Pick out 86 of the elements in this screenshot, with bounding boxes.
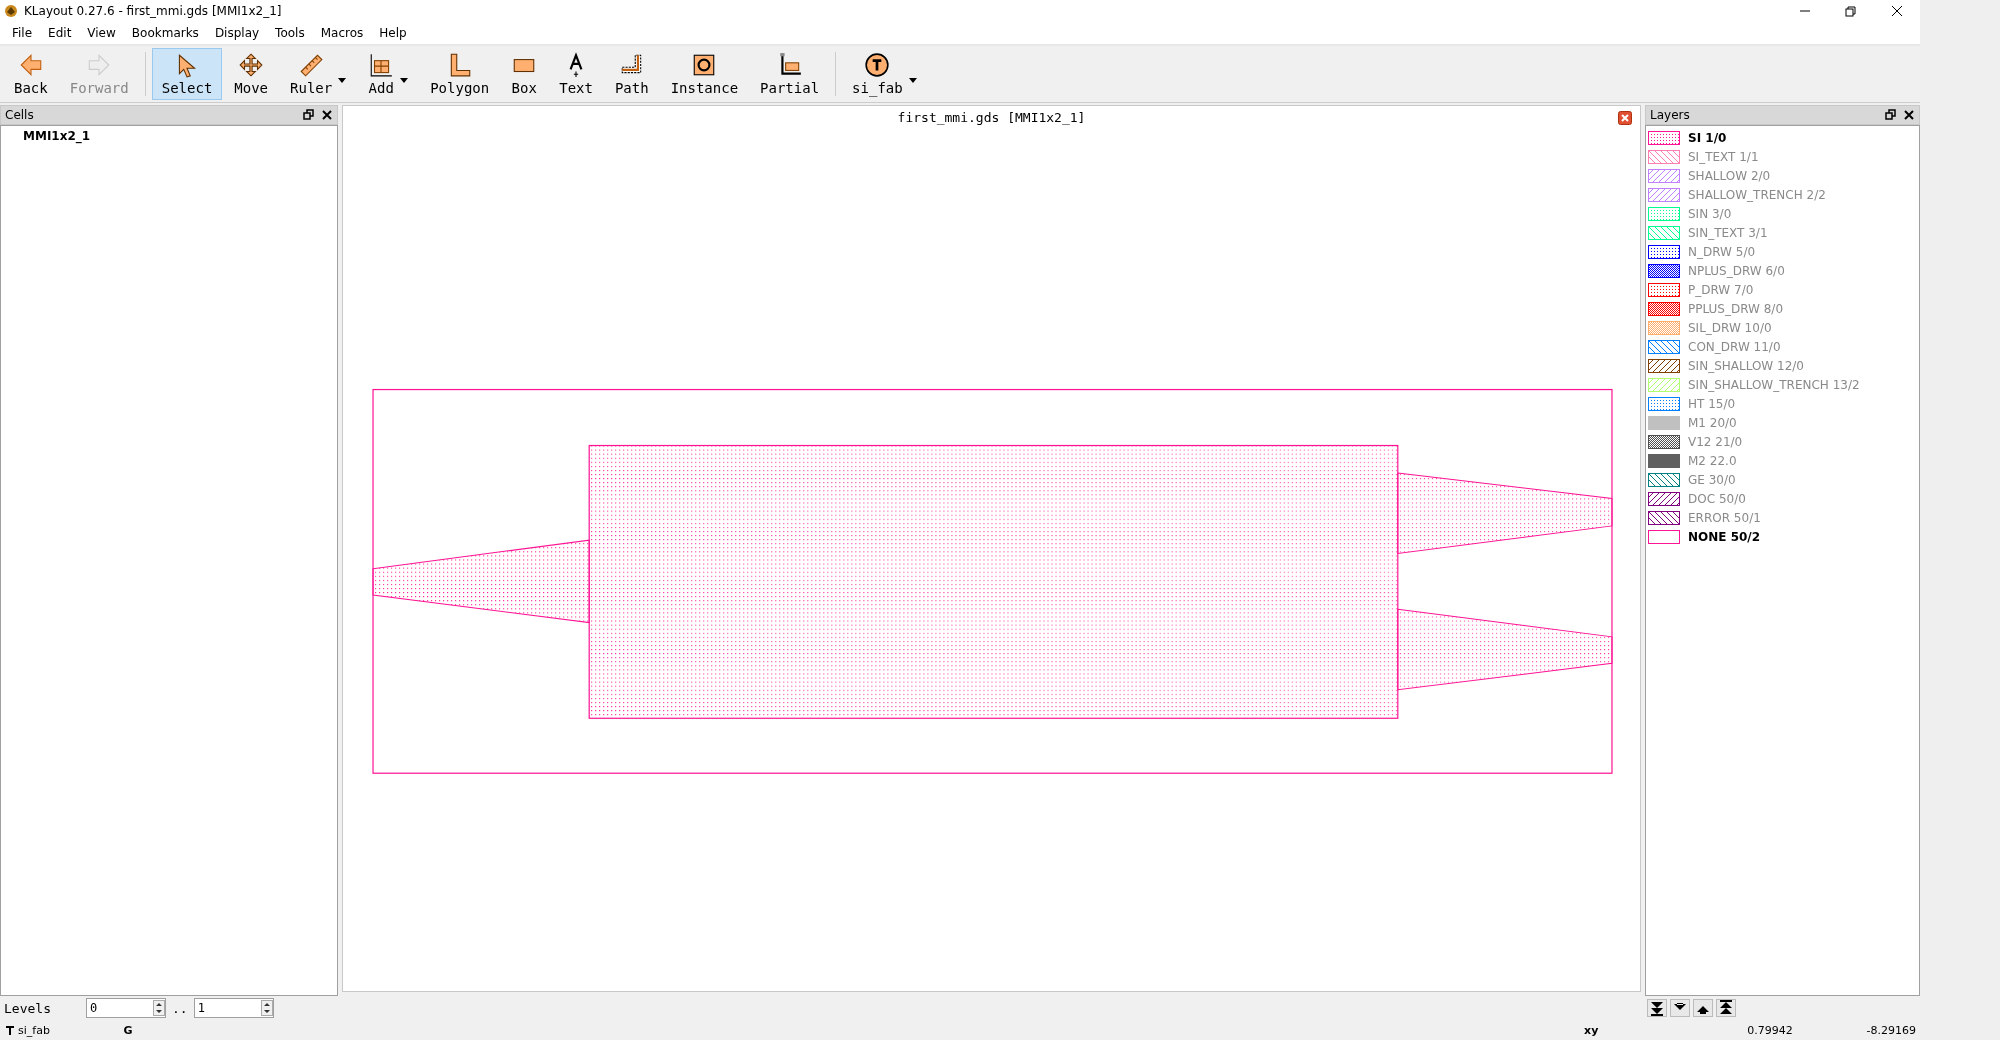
float-button[interactable]	[303, 109, 315, 121]
tool-button[interactable]: Add	[358, 48, 419, 100]
layer-name[interactable]: SHALLOW 2/0	[1688, 168, 1771, 183]
layer-name[interactable]: SIN_SHALLOW_TRENCH 13/2	[1688, 377, 1860, 392]
grid-indicator: G	[123, 1023, 134, 1037]
move-up-icon	[1693, 999, 1713, 1017]
layer-name[interactable]: V12 21/0	[1688, 434, 1743, 449]
layer-name[interactable]: NONE 50/2	[1688, 529, 1761, 544]
technology-circle-icon	[864, 52, 891, 78]
panel-title: Cells	[5, 108, 35, 122]
menu-item[interactable]: View	[79, 26, 124, 40]
layer-name[interactable]: P_DRW 7/0	[1688, 282, 1754, 297]
levels-label: Levels	[4, 1000, 52, 1016]
app-logo-icon	[4, 4, 18, 18]
move-down-button[interactable]	[1670, 999, 1690, 1017]
spin-arrows-icon[interactable]	[260, 1000, 273, 1016]
tool-button[interactable]: Select	[151, 48, 223, 100]
dropdown-caret-icon	[338, 77, 347, 83]
layer-name[interactable]: CON_DRW 11/0	[1688, 339, 1781, 354]
window-title: KLayout 0.27.6 - first_mmi.gds [MMI1x2_1]	[24, 4, 283, 18]
move-to-bottom-button[interactable]	[1647, 999, 1667, 1017]
cell-item[interactable]: MMI1x2_1	[1, 128, 337, 144]
ruler-icon	[298, 52, 325, 78]
tool-button[interactable]: Back	[4, 48, 58, 100]
dropdown-caret-icon	[400, 77, 409, 83]
layer-name[interactable]: N_DRW 5/0	[1688, 244, 1756, 259]
float-button[interactable]	[1885, 109, 1897, 121]
tool-button[interactable]: Text	[549, 48, 603, 100]
menu-item[interactable]: Bookmarks	[123, 26, 207, 40]
move-down-icon	[1670, 999, 1690, 1017]
tool-button[interactable]: Instance	[660, 48, 749, 100]
menu-item[interactable]: Edit	[40, 26, 80, 40]
y-coordinate: -8.29169	[1865, 1023, 1917, 1037]
layer-name[interactable]: SIN_TEXT 3/1	[1688, 225, 1768, 240]
layer-name[interactable]: M2 22.0	[1688, 453, 1737, 468]
float-icon	[1885, 109, 1897, 121]
menu-item[interactable]: File	[4, 26, 41, 40]
close-icon	[1890, 5, 1904, 17]
layer-name[interactable]: SI_TEXT 1/1	[1688, 149, 1759, 164]
layer-name[interactable]: ERROR 50/1	[1688, 510, 1761, 525]
layer-name[interactable]: GE 30/0	[1688, 472, 1736, 487]
layer-name[interactable]: M1 20/0	[1688, 415, 1737, 430]
layer-name[interactable]: PPLUS_DRW 8/0	[1688, 301, 1784, 316]
panel-title: Layers	[1650, 108, 1691, 122]
close-icon	[1618, 111, 1632, 125]
menu-item[interactable]: Display	[206, 26, 268, 40]
spin-arrows-icon[interactable]	[153, 1000, 165, 1016]
tool-button[interactable]: si_fab	[842, 48, 927, 100]
move-to-top-button[interactable]	[1716, 999, 1736, 1017]
float-icon	[303, 109, 315, 121]
move-up-button[interactable]	[1693, 999, 1713, 1017]
coordinate-label: xy	[1584, 1023, 1600, 1037]
technology-label: si_fab	[18, 1023, 50, 1037]
restore-icon	[1844, 5, 1858, 17]
layer-name[interactable]: SIN_SHALLOW 12/0	[1688, 358, 1804, 373]
layer-name[interactable]: DOC 50/0	[1688, 491, 1746, 506]
close-view-button[interactable]	[1618, 111, 1632, 125]
close-icon	[321, 109, 333, 121]
layer-name[interactable]: SI 1/0	[1688, 130, 1727, 145]
close-button[interactable]	[321, 109, 333, 121]
menu-item[interactable]: Tools	[267, 26, 313, 40]
layer-name[interactable]: NPLUS_DRW 6/0	[1688, 263, 1785, 278]
tool-button[interactable]: Move	[224, 48, 279, 100]
text-tool-icon	[6, 1025, 14, 1035]
layer-name[interactable]: SIL_DRW 10/0	[1688, 320, 1772, 335]
tool-button[interactable]: Partial	[750, 48, 830, 100]
level-spinbox[interactable]: 1	[193, 998, 274, 1018]
move-to-top-icon	[1716, 999, 1736, 1017]
view-title: first_mmi.gds [MMI1x2_1]	[897, 109, 1086, 125]
tool-button[interactable]: Box	[501, 48, 548, 100]
close-button[interactable]	[1903, 109, 1915, 121]
x-coordinate: 0.79942	[1746, 1023, 1793, 1037]
move-arrows-icon	[238, 52, 265, 78]
range-separator: ..	[172, 1000, 188, 1016]
dropdown-caret-icon	[908, 77, 917, 83]
close-icon	[1903, 109, 1915, 121]
tool-button[interactable]: Polygon	[420, 48, 500, 100]
level-spinbox[interactable]: 0	[86, 998, 166, 1018]
menu-item[interactable]: Macros	[312, 26, 372, 40]
layer-name[interactable]: SIN 3/0	[1688, 206, 1732, 221]
tool-button[interactable]: Ruler	[280, 48, 357, 100]
grid-shapes-icon	[368, 52, 395, 78]
menu-item[interactable]: Help	[371, 26, 415, 40]
layer-name[interactable]: HT 15/0	[1688, 396, 1736, 411]
layer-name[interactable]: SHALLOW_TRENCH 2/2	[1688, 187, 1826, 202]
tool-button[interactable]: Path	[604, 48, 659, 100]
